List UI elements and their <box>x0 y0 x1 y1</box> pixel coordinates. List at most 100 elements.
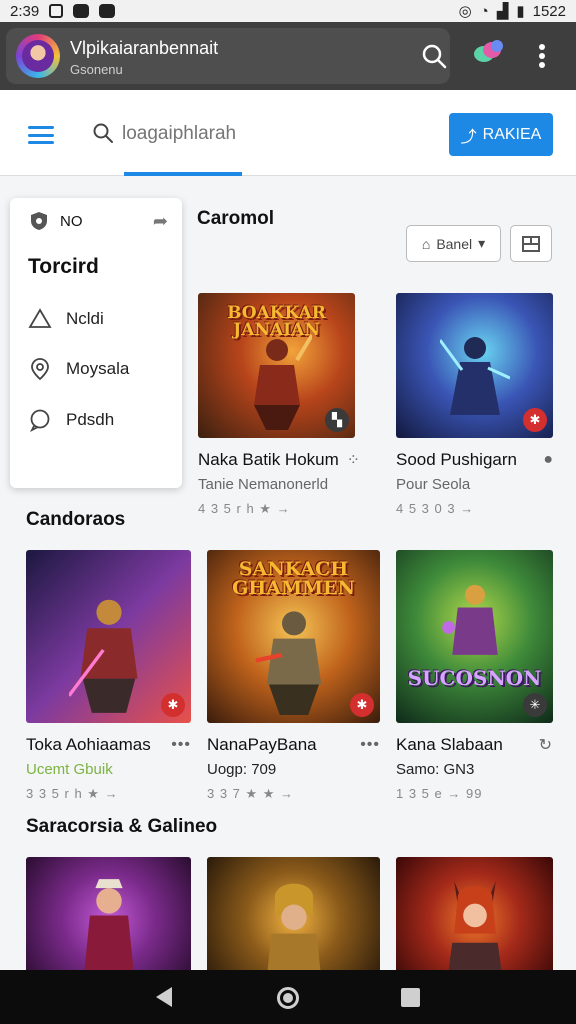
pin-icon <box>31 358 49 381</box>
chevron-down-icon: ▾ <box>478 235 486 251</box>
section-title-saracorsia: Saracorsia & Galineo <box>26 816 218 837</box>
game-thumbnail[interactable] <box>396 857 553 970</box>
search-input[interactable] <box>122 120 372 148</box>
game-title-row: Kana Slabaan ↻ <box>396 735 553 755</box>
game-card[interactable]: SUCOSNON ✳ Kana Slabaan ↻ Samo: GN3 1 3 … <box>396 550 553 801</box>
game-thumbnail[interactable]: ✱ <box>396 293 553 438</box>
side-menu: NO ➦ Torcird Ncldi Moysala Pdsdh <box>10 198 182 488</box>
game-subtitle: Uogp: 709 <box>207 761 277 778</box>
star-badge-icon[interactable]: ✱ <box>161 693 185 717</box>
triangle-icon <box>28 308 52 328</box>
menu-item-label: Pdsdh <box>66 410 115 429</box>
warrior-figure-icon <box>253 333 312 430</box>
more-horiz-icon[interactable]: ••• <box>360 736 380 754</box>
game-banner-text: SANKACH GHAMMEN <box>232 558 355 599</box>
game-title: NanaPayBana <box>207 735 317 754</box>
sparkle-icon[interactable]: ✳ <box>523 693 547 717</box>
app-title: Vlpikaiaranbennait <box>70 38 219 58</box>
app-logo-icon[interactable] <box>472 38 506 64</box>
status-clock: 1522 <box>532 2 566 20</box>
game-card[interactable]: ✱ Toka Aohiaamas ••• Ucemt Gbuik 3 3 5 r… <box>26 550 191 802</box>
game-banner-text: SUCOSNON <box>407 666 542 690</box>
game-card[interactable] <box>396 857 553 970</box>
game-subtitle: Ucemt Gbuik <box>26 761 113 778</box>
menu-item-label: Moysala <box>66 359 130 378</box>
game-card[interactable] <box>26 857 191 970</box>
game-title: Naka Batik Hokum <box>198 450 339 469</box>
menu-top-label: NO <box>60 212 83 230</box>
shield-icon <box>31 212 47 230</box>
game-card[interactable]: BOAKKAR JANAIAN ▚ Naka Batik Hokum ⁘ Tan… <box>198 293 361 517</box>
game-title: Sood Pushigarn <box>396 450 517 469</box>
game-thumbnail[interactable] <box>26 857 191 970</box>
more-vert-icon[interactable] <box>536 44 548 68</box>
search-icon <box>93 123 113 143</box>
menu-heading: Torcird <box>28 255 99 278</box>
filter-dropdown[interactable]: ⌂ Banel ▾ <box>406 225 501 262</box>
menu-item-moysala[interactable]: Moysala <box>28 356 178 382</box>
rank-button[interactable]: ⤴ RAKIEA <box>449 113 553 156</box>
grid-icon <box>522 235 540 252</box>
menu-item-pdsdh[interactable]: Pdsdh <box>28 407 178 433</box>
game-thumbnail[interactable] <box>207 857 380 970</box>
game-meta: 4 3 5 r h ★ → <box>198 501 291 516</box>
game-title-row: Naka Batik Hokum ⁘ <box>198 450 361 470</box>
more-horiz-icon[interactable]: ••• <box>171 736 191 754</box>
refresh-icon[interactable]: ↻ <box>539 735 553 755</box>
game-controller-icon <box>99 4 116 18</box>
warrior-figure-icon <box>254 611 321 715</box>
user-add-icon: ⤴ <box>460 128 477 146</box>
game-meta: 4 5 3 0 3 → <box>396 501 475 516</box>
game-card[interactable] <box>207 857 380 970</box>
battery-icon: ▮ <box>516 3 525 20</box>
loading-icon: ⁘ <box>346 452 361 469</box>
game-subtitle: Samo: GN3 <box>396 761 475 778</box>
filter-icon: ⌂ <box>421 235 431 252</box>
game-title-row: Toka Aohiaamas ••• <box>26 735 191 755</box>
game-title: Toka Aohiaamas <box>26 735 151 754</box>
toolbar: ⤴ RAKIEA <box>0 90 576 176</box>
game-thumbnail[interactable]: ✱ <box>26 550 191 723</box>
rank-button-label: RAKIEA <box>482 125 542 143</box>
notification-icon <box>49 4 64 18</box>
helmet-warrior-icon <box>267 883 320 970</box>
section-title-candoraos: Candoraos <box>26 509 126 530</box>
menu-item-ncldi[interactable]: Ncldi <box>28 306 178 332</box>
game-thumbnail[interactable]: SUCOSNON ✳ <box>396 550 553 723</box>
app-bar: Vlpikaiaranbennait Gsonenu <box>0 22 576 90</box>
avatar[interactable] <box>16 34 60 78</box>
recent-apps-icon[interactable] <box>401 988 420 1007</box>
bookmark-icon[interactable]: ▚ <box>325 408 349 432</box>
wifi-icon: ◔ <box>479 2 489 20</box>
game-subtitle: Pour Seola <box>396 476 471 493</box>
search-underline <box>124 172 242 176</box>
star-badge-icon[interactable]: ✱ <box>523 408 547 432</box>
back-icon[interactable] <box>156 987 172 1007</box>
game-thumbnail[interactable]: BOAKKAR JANAIAN ▚ <box>198 293 355 438</box>
mage-figure-icon <box>441 584 498 655</box>
share-arrow-icon[interactable]: ➦ <box>153 211 168 232</box>
game-card[interactable]: ✱ Sood Pushigarn ● Pour Seola 4 5 3 0 3 … <box>396 293 554 516</box>
menu-top-row[interactable]: NO ➦ <box>28 210 168 232</box>
system-nav-bar <box>0 970 576 1024</box>
menu-item-label: Ncldi <box>66 309 104 328</box>
horned-hero-icon <box>448 880 501 970</box>
search-icon[interactable] <box>420 42 448 70</box>
game-thumbnail[interactable]: SANKACH GHAMMEN ✱ <box>207 550 380 723</box>
game-meta: 3 3 5 r h ★ → <box>26 786 119 801</box>
filter-label: Banel <box>436 235 473 252</box>
status-dot-icon: ● <box>543 451 554 468</box>
game-meta: 1 3 5 e → 99 <box>396 786 483 801</box>
mage-figure-icon <box>439 337 510 415</box>
grid-view-button[interactable] <box>510 225 552 262</box>
status-bar: 2:39 ◎ ◔ ▟ ▮ 1522 <box>0 0 576 22</box>
menu-icon[interactable] <box>28 126 54 144</box>
game-title-row: Sood Pushigarn ● <box>396 450 554 470</box>
status-time: 2:39 <box>10 2 40 20</box>
game-subtitle: Tanie Nemanonerld <box>198 476 329 493</box>
game-title-row: NanaPayBana ••• <box>207 735 380 755</box>
profile-card[interactable]: Vlpikaiaranbennait Gsonenu <box>6 28 450 84</box>
home-icon[interactable] <box>277 987 299 1009</box>
game-card[interactable]: SANKACH GHAMMEN ✱ NanaPayBana ••• Uogp: … <box>207 550 380 802</box>
star-badge-icon[interactable]: ✱ <box>350 693 374 717</box>
